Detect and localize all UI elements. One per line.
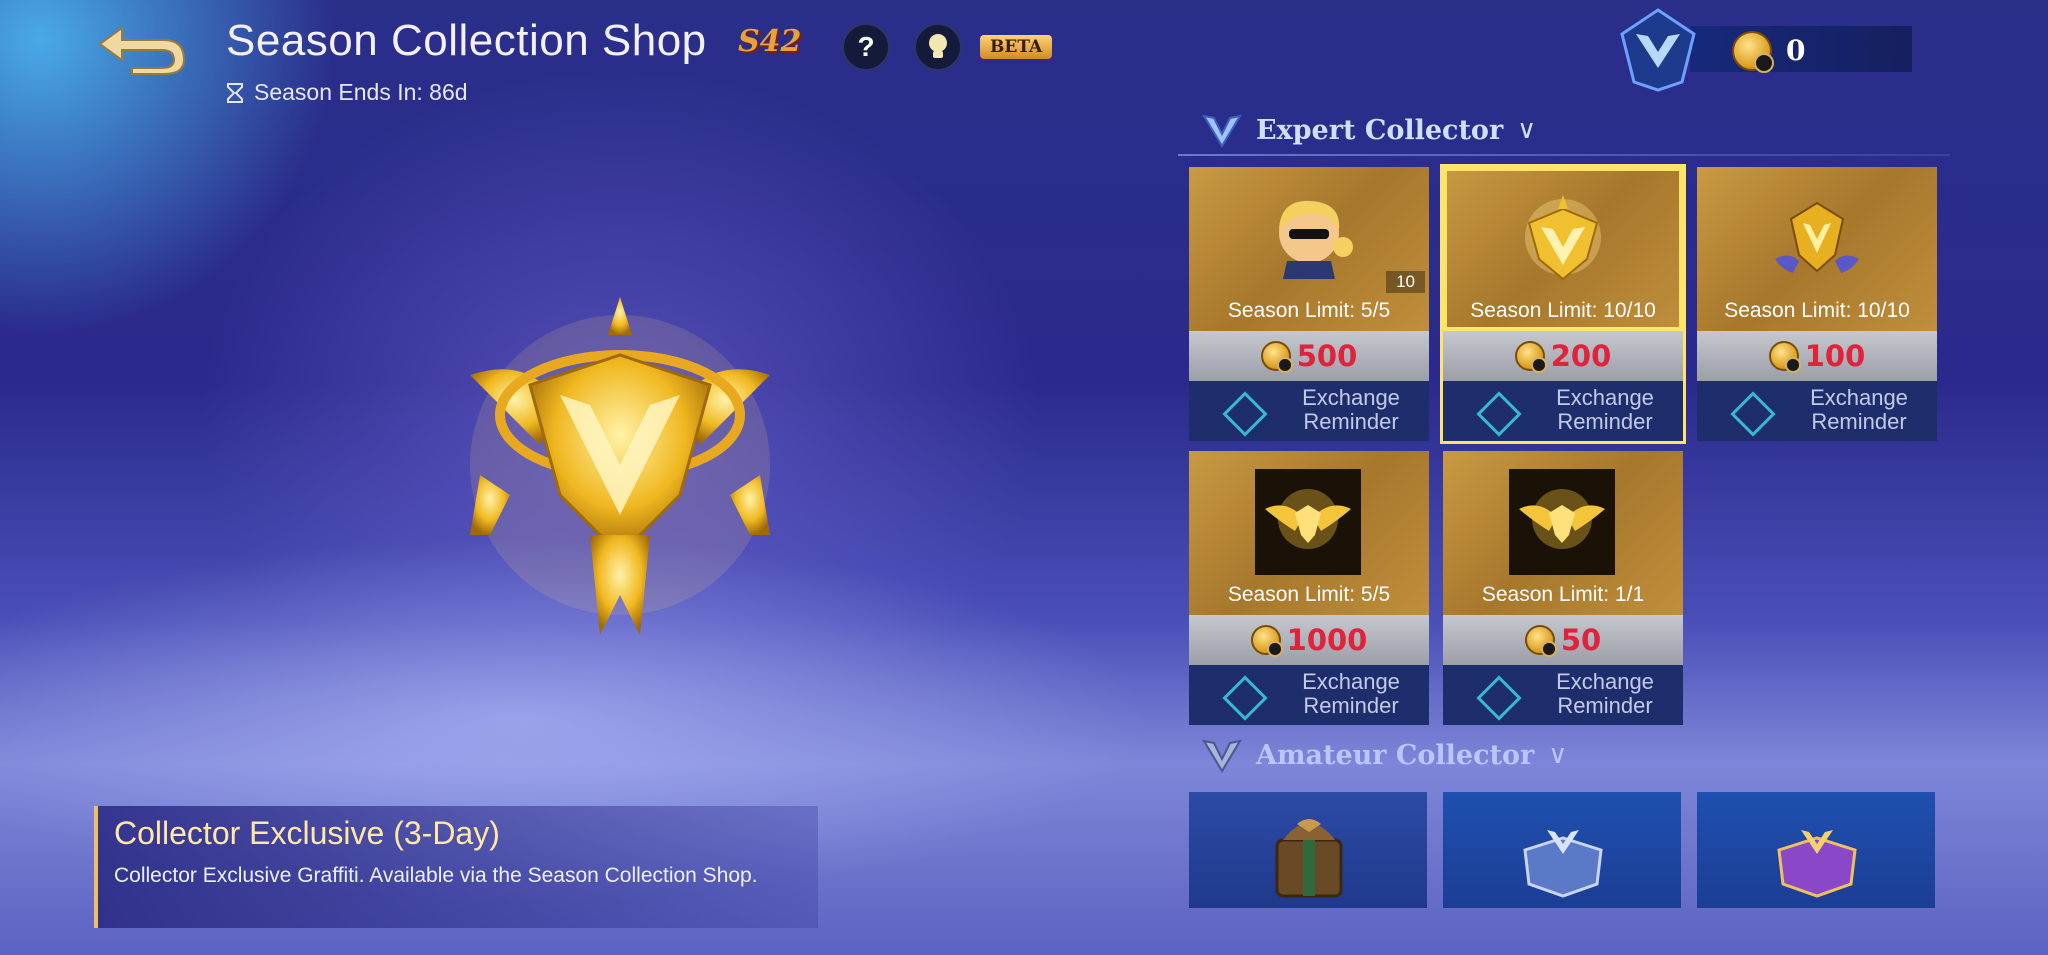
item-price: 200: [1550, 339, 1612, 373]
collector-emblem-icon: [470, 297, 770, 635]
season-limit: Season Limit: 5/5: [1227, 583, 1391, 606]
collector-rank-icon[interactable]: [1618, 6, 1698, 92]
back-arrow-icon: [98, 26, 186, 75]
season-badge: S42: [738, 24, 802, 59]
price-row: 1000: [1189, 615, 1429, 665]
item-price: 50: [1560, 623, 1602, 657]
card-image-area: 10 Season Limit: 5/5: [1189, 167, 1429, 331]
tips-button[interactable]: [914, 23, 962, 71]
reminder-checkbox-icon: [1476, 675, 1522, 721]
golden-wings-icon: [1509, 469, 1615, 575]
item-count: 10: [1386, 271, 1425, 293]
shop-item-card[interactable]: 10 Season Limit: 5/5 500 Exchange Remind…: [1189, 167, 1429, 441]
golden-wings-icon: [1255, 469, 1361, 575]
expert-collector-label: Expert Collector: [1256, 114, 1504, 146]
exchange-reminder-label: Exchange Reminder: [1810, 385, 1908, 434]
hourglass-icon: [227, 82, 243, 103]
coin-icon: [1250, 625, 1283, 657]
exchange-reminder-toggle[interactable]: Exchange Reminder: [1697, 381, 1937, 441]
reminder-checkbox-icon: [1222, 675, 1268, 721]
card-image-area: Season Limit: 5/5: [1189, 451, 1429, 615]
chevron-down-icon: ∨: [1517, 115, 1537, 145]
shop-item-card-selected[interactable]: Season Limit: 10/10 200 Exchange Reminde…: [1440, 164, 1686, 444]
shop-item-card[interactable]: Season Limit: 1/1 50 Exchange Reminder: [1443, 451, 1683, 725]
coin-icon: [1524, 625, 1557, 657]
purple-chest-icon: [1777, 830, 1857, 898]
season-ends-text: Season Ends In: 86d: [254, 79, 468, 105]
item-description: Collector Exclusive Graffiti. Available …: [114, 864, 758, 887]
season-ends: Season Ends In: 86d: [226, 79, 468, 106]
card-image-area: Season Limit: 10/10: [1443, 167, 1683, 331]
season-limit: Season Limit: 1/1: [1481, 583, 1645, 606]
exchange-reminder-toggle[interactable]: Exchange Reminder: [1443, 381, 1683, 441]
question-icon: ?: [857, 31, 875, 62]
amateur-tier-icon: [1202, 739, 1242, 773]
season-limit: Season Limit: 5/5: [1227, 299, 1391, 322]
page-title: Season Collection Shop: [226, 16, 707, 65]
price-row: 100: [1697, 331, 1937, 381]
item-price: 100: [1804, 339, 1866, 373]
price-row: 200: [1443, 331, 1683, 381]
shop-item-card[interactable]: Season Limit: 5/5 1000 Exchange Reminder: [1189, 451, 1429, 725]
reminder-checkbox-icon: [1730, 391, 1776, 437]
exchange-reminder-label: Exchange Reminder: [1556, 385, 1654, 434]
season-limit: Season Limit: 10/10: [1470, 299, 1656, 322]
item-price: 1000: [1286, 623, 1368, 657]
expert-collector-header[interactable]: Expert Collector ∨: [1202, 112, 1536, 148]
coin-icon: [1514, 341, 1547, 373]
price-row: 500: [1189, 331, 1429, 381]
winged-emblem-icon: [1775, 201, 1859, 273]
blue-chest-icon: [1523, 830, 1603, 898]
shop-item-card[interactable]: Season Limit: 10/10 100 Exchange Reminde…: [1697, 167, 1937, 441]
exchange-reminder-label: Exchange Reminder: [1556, 669, 1654, 718]
item-title: Collector Exclusive (3-Day): [114, 815, 500, 851]
exchange-reminder-label: Exchange Reminder: [1302, 385, 1400, 434]
exchange-reminder-toggle[interactable]: Exchange Reminder: [1189, 665, 1429, 725]
help-button[interactable]: ?: [842, 23, 890, 71]
coin-icon: [1768, 341, 1801, 373]
expert-tier-icon: [1202, 114, 1242, 148]
card-image-area: Season Limit: 10/10: [1697, 167, 1937, 331]
price-row: 50: [1443, 615, 1683, 665]
coin-icon: [1260, 341, 1293, 373]
amateur-collector-label: Amateur Collector: [1256, 739, 1535, 771]
amateur-item-card[interactable]: [1443, 792, 1681, 908]
collection-coin-icon: [1732, 31, 1774, 73]
gift-chest-icon: [1275, 819, 1343, 898]
season-limit: Season Limit: 10/10: [1724, 299, 1910, 322]
card-image-area: Season Limit: 1/1: [1443, 451, 1683, 615]
amateur-item-card[interactable]: [1189, 792, 1427, 908]
exchange-reminder-toggle[interactable]: Exchange Reminder: [1189, 381, 1429, 441]
section-divider: [1178, 154, 1950, 156]
reminder-checkbox-icon: [1476, 391, 1522, 437]
beta-badge: BETA: [980, 35, 1053, 59]
exchange-reminder-label: Exchange Reminder: [1302, 669, 1400, 718]
reminder-checkbox-icon: [1222, 391, 1268, 437]
lightbulb-icon: [929, 34, 947, 58]
amateur-collector-header[interactable]: Amateur Collector ∨: [1202, 737, 1567, 773]
amateur-item-card[interactable]: [1697, 792, 1935, 908]
currency-amount: 0: [1786, 34, 1806, 67]
back-button[interactable]: [92, 20, 192, 76]
gold-emblem-icon: [1525, 195, 1601, 281]
hero-avatar-icon: [1279, 200, 1353, 279]
item-price: 500: [1296, 339, 1358, 373]
chevron-down-icon: ∨: [1548, 740, 1568, 770]
exchange-reminder-toggle[interactable]: Exchange Reminder: [1443, 665, 1683, 725]
